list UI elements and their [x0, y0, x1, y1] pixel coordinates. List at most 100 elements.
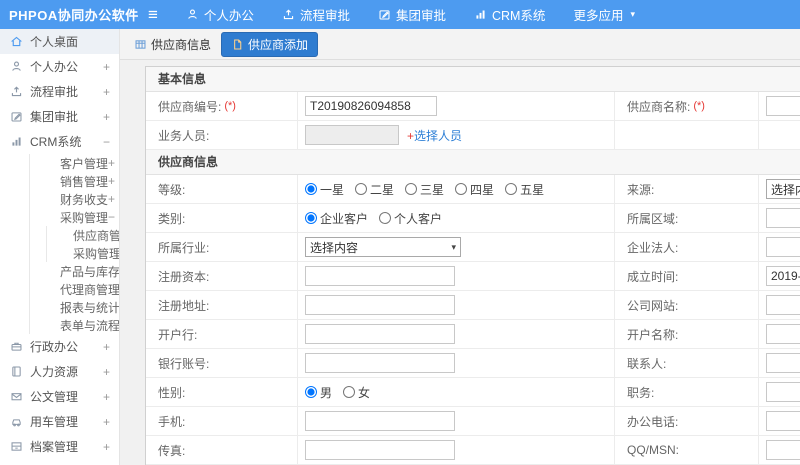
topnav-personal-office[interactable]: 个人办公 — [186, 5, 254, 24]
topnav-label: CRM系统 — [491, 9, 546, 23]
sidebar-item-supplier-mgmt[interactable]: 供应商管理 — [47, 226, 119, 244]
mobile-input[interactable] — [305, 411, 455, 431]
form-row: 等级: 一星 二星 三星 四星 五星 来源: 选择内容 ▾ — [146, 175, 800, 204]
form-row: 银行账号: 联系人: — [146, 349, 800, 378]
upload-icon — [10, 85, 23, 98]
sidebar-item-group-approval[interactable]: 集团审批 + — [0, 104, 119, 129]
qq-msn-input[interactable] — [766, 440, 800, 460]
expand-icon[interactable]: + — [108, 192, 115, 206]
expand-icon[interactable]: + — [103, 85, 110, 99]
collapse-icon[interactable]: − — [108, 210, 115, 224]
expand-icon[interactable]: + — [103, 60, 110, 74]
office-phone-label: 办公电话: — [615, 407, 759, 435]
sidebar-item-label: 行政办公 — [30, 340, 79, 354]
category-radio-enterprise[interactable]: 企业客户 — [305, 210, 368, 227]
qq-msn-label: QQ/MSN: — [615, 436, 759, 464]
required-marker: (*) — [224, 100, 236, 112]
sidebar-item-customer-mgmt[interactable]: 客户管理 + — [30, 154, 119, 172]
sidebar-item-finance[interactable]: 财务收支 + — [30, 190, 119, 208]
office-phone-input[interactable] — [766, 411, 800, 431]
business-person-input[interactable] — [305, 125, 399, 145]
position-input[interactable] — [766, 382, 800, 402]
supplier-name-input[interactable] — [766, 96, 800, 116]
sidebar-item-document-mgmt[interactable]: 公文管理 + — [0, 384, 119, 409]
sidebar-item-vehicle-mgmt[interactable]: 用车管理 + — [0, 409, 119, 434]
sidebar-item-sales-mgmt[interactable]: 销售管理 + — [30, 172, 119, 190]
radio-input[interactable] — [355, 183, 368, 195]
radio-input[interactable] — [379, 212, 392, 224]
sidebar-item-personal-desktop[interactable]: 个人桌面 — [0, 29, 119, 54]
tab-label: 供应商信息 — [151, 37, 212, 52]
fax-input[interactable] — [305, 440, 455, 460]
collapse-icon[interactable]: − — [103, 135, 110, 149]
sidebar-item-admin-office[interactable]: 行政办公 + — [0, 334, 119, 359]
tab-supplier-info[interactable]: 供应商信息 — [134, 36, 211, 53]
hamburger-icon[interactable]: ≡ — [148, 6, 158, 23]
expand-icon[interactable]: + — [108, 174, 115, 188]
region-input[interactable] — [766, 208, 800, 228]
topnav-group-approval[interactable]: 集团审批 — [378, 5, 446, 24]
gender-radio-female[interactable]: 女 — [343, 384, 370, 401]
category-radio-personal[interactable]: 个人客户 — [379, 210, 442, 227]
sidebar-item-reports-stats[interactable]: 报表与统计 — [30, 298, 119, 316]
bar-chart-icon — [474, 8, 487, 21]
radio-input[interactable] — [455, 183, 468, 195]
sidebar-item-workflow-approval[interactable]: 流程审批 + — [0, 79, 119, 104]
field-label: 职务: — [627, 385, 655, 400]
level-radio-4[interactable]: 四星 — [455, 181, 494, 198]
topnav-more-apps[interactable]: 更多应用 ▾ — [573, 5, 635, 24]
sidebar-item-archive-mgmt[interactable]: 档案管理 + — [0, 434, 119, 459]
expand-icon[interactable]: + — [108, 156, 115, 170]
top-menu: 个人办公 流程审批 集团审批 CRM系统 更多应用 ▾ — [186, 5, 635, 24]
gender-radio-male[interactable]: 男 — [305, 384, 332, 401]
radio-input[interactable] — [305, 212, 317, 224]
choose-person-link[interactable]: +选择人员 — [407, 127, 462, 144]
form-row: 注册地址: 公司网站: — [146, 291, 800, 320]
radio-input[interactable] — [305, 386, 317, 398]
registered-capital-input[interactable] — [305, 266, 455, 286]
sidebar-item-agent-mgmt[interactable]: 代理商管理 + — [30, 280, 119, 298]
industry-select[interactable]: 选择内容 ▾ — [305, 237, 461, 257]
radio-input[interactable] — [305, 183, 317, 195]
form-row: 传真: QQ/MSN: — [146, 436, 800, 465]
expand-icon[interactable]: + — [103, 440, 110, 454]
legal-person-input[interactable] — [766, 237, 800, 257]
radio-input[interactable] — [505, 183, 518, 195]
registered-address-input[interactable] — [305, 295, 455, 315]
level-radio-3[interactable]: 三星 — [405, 181, 444, 198]
level-radio-2[interactable]: 二星 — [355, 181, 394, 198]
account-name-input[interactable] — [766, 324, 800, 344]
topnav-workflow-approval[interactable]: 流程审批 — [282, 5, 350, 24]
supplier-name-label: 供应商名称: (*) — [615, 92, 759, 120]
sidebar-item-crm-system[interactable]: CRM系统 − — [0, 129, 119, 154]
tab-supplier-add[interactable]: 供应商添加 — [221, 31, 319, 57]
expand-icon[interactable]: + — [103, 390, 110, 404]
radio-input[interactable] — [343, 386, 356, 398]
tab-label: 供应商添加 — [248, 37, 309, 52]
expand-icon[interactable]: + — [103, 340, 110, 354]
registered-capital-label: 注册资本: — [146, 262, 298, 290]
topnav-crm-system[interactable]: CRM系统 — [474, 5, 545, 24]
expand-icon[interactable]: + — [103, 415, 110, 429]
legal-person-label: 企业法人: — [615, 233, 759, 261]
sidebar-item-form-flow-settings[interactable]: 表单与流程设置 + — [30, 316, 119, 334]
radio-label: 企业客户 — [320, 211, 369, 226]
supplier-code-input[interactable] — [305, 96, 437, 116]
sidebar-item-product-inventory[interactable]: 产品与库存 + — [30, 262, 119, 280]
source-select[interactable]: 选择内容 ▾ — [766, 179, 800, 199]
sidebar-item-purchase-mgmt-group[interactable]: 采购管理 − — [30, 208, 119, 226]
bank-account-input[interactable] — [305, 353, 455, 373]
sidebar-item-label: 公文管理 — [30, 390, 79, 404]
level-radio-1[interactable]: 一星 — [305, 181, 344, 198]
sidebar-item-hr[interactable]: 人力资源 + — [0, 359, 119, 384]
expand-icon[interactable]: + — [103, 365, 110, 379]
expand-icon[interactable]: + — [103, 110, 110, 124]
company-website-input[interactable] — [766, 295, 800, 315]
radio-input[interactable] — [405, 183, 418, 195]
sidebar-item-personal-office[interactable]: 个人办公 + — [0, 54, 119, 79]
sidebar-item-purchase-mgmt[interactable]: 采购管理 — [47, 244, 119, 262]
contact-input[interactable] — [766, 353, 800, 373]
established-date-input[interactable] — [766, 266, 800, 286]
level-radio-5[interactable]: 五星 — [505, 181, 544, 198]
bank-branch-input[interactable] — [305, 324, 455, 344]
